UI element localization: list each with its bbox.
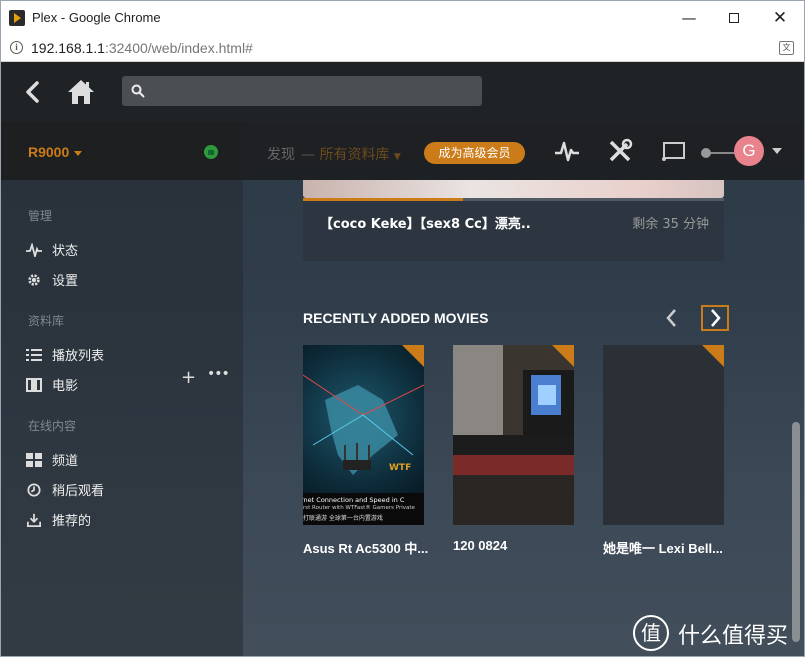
library-more-button[interactable]: •••	[207, 366, 230, 382]
activity-icon[interactable]	[554, 138, 580, 164]
sidebar-item-channels[interactable]: 频道	[26, 452, 78, 472]
section-title-manage: 管理	[28, 209, 53, 223]
on-deck-progress-bar	[303, 198, 724, 201]
movie-poster-2[interactable]	[453, 345, 574, 525]
tools-icon[interactable]	[607, 138, 633, 164]
plex-app: R9000 发现 — 所有资料库 ▼ 成为高级会员 G 管理 状态 设置 资料库…	[1, 62, 804, 656]
all-libraries-link[interactable]: — 所有资料库 ▼	[301, 144, 401, 164]
gear-icon	[28, 274, 40, 286]
unwatched-badge	[702, 345, 724, 367]
browser-window: Plex - Google Chrome — ✕ i 192.168.1.1:3…	[0, 0, 805, 657]
sidebar-item-label: 频道	[52, 454, 79, 469]
plex-logo-icon	[9, 10, 25, 26]
home-icon[interactable]	[66, 77, 96, 107]
maximize-icon	[729, 13, 739, 23]
chevron-down-icon	[74, 150, 83, 156]
caret-down-icon: ▼	[393, 152, 401, 162]
watermark: 值 什么值得买	[633, 615, 803, 651]
movie-poster-3[interactable]	[603, 345, 724, 525]
nav-separator: —	[301, 147, 315, 163]
progress-fill	[303, 198, 463, 201]
watermark-logo: 值	[633, 615, 669, 651]
poster-brand: WTF	[389, 463, 412, 473]
sidebar-item-movies[interactable]: 电影	[26, 377, 78, 397]
close-button[interactable]: ✕	[765, 6, 795, 30]
all-libraries-label: 所有资料库	[319, 147, 390, 163]
sidebar-item-status[interactable]: 状态	[26, 242, 78, 262]
section-title-online: 在线内容	[28, 419, 77, 433]
unwatched-badge	[402, 345, 424, 367]
discover-label: 发现	[267, 147, 295, 163]
section-title-library: 资料库	[28, 314, 65, 328]
top-navigation	[1, 62, 804, 122]
on-deck-remaining: 剩余 35 分钟	[632, 217, 709, 232]
title-bar: Plex - Google Chrome — ✕	[1, 1, 804, 35]
recently-added-heading[interactable]: RECENTLY ADDED MOVIES	[303, 310, 488, 326]
info-icon[interactable]: i	[10, 41, 23, 54]
premium-button[interactable]: 成为高级会员	[424, 142, 525, 164]
server-name: R9000	[28, 144, 70, 160]
add-library-button[interactable]: +	[181, 367, 196, 388]
volume-slider-track[interactable]	[709, 152, 735, 154]
movie-title-3[interactable]: 她是唯一 Lexi Bell...	[603, 538, 723, 557]
cast-icon[interactable]	[661, 138, 687, 164]
movie-title-1[interactable]: Asus Rt Ac5300 中...	[303, 538, 428, 557]
sidebar-item-label: 推荐的	[52, 514, 92, 529]
search-input[interactable]	[150, 80, 470, 102]
poster-artwork	[453, 345, 574, 525]
grid-icon	[26, 453, 42, 467]
film-icon	[26, 378, 42, 392]
scrollbar[interactable]	[792, 422, 800, 642]
sidebar-item-label: 播放列表	[52, 349, 105, 364]
previous-arrow-icon[interactable]	[659, 305, 687, 331]
avatar[interactable]: G	[734, 136, 764, 166]
translate-icon[interactable]: 文	[779, 41, 794, 55]
clock-icon	[27, 483, 41, 497]
sidebar-item-watch-later[interactable]: 稍后观看	[26, 482, 104, 502]
sidebar-item-label: 状态	[52, 244, 79, 259]
sidebar-item-playlists[interactable]: 播放列表	[26, 347, 104, 367]
lock-icon	[204, 145, 218, 159]
search-box[interactable]	[122, 76, 482, 106]
address-bar[interactable]: i 192.168.1.1:32400/web/index.html# 文	[1, 35, 804, 62]
minimize-button[interactable]: —	[674, 6, 704, 30]
window-title: Plex - Google Chrome	[32, 10, 161, 25]
volume-slider-handle[interactable]	[701, 148, 711, 158]
on-deck-thumbnail[interactable]	[303, 180, 724, 198]
sidebar-item-label: 电影	[52, 379, 79, 394]
list-icon	[26, 349, 42, 361]
on-deck-card[interactable]: 【coco Keke】【sex8 Cc】漂亮.. 剩余 35 分钟	[303, 180, 724, 261]
movie-title-2[interactable]: 120 0824	[453, 538, 507, 553]
avatar-chevron-down-icon[interactable]	[772, 148, 782, 154]
sidebar-item-settings[interactable]: 设置	[26, 272, 78, 292]
download-icon	[27, 513, 41, 527]
discover-link[interactable]: 发现	[267, 144, 295, 164]
sidebar-item-label: 设置	[52, 274, 79, 289]
url-path: :32400/web/index.html#	[104, 40, 253, 56]
sidebar-item-label: 稍后观看	[52, 484, 105, 499]
url-host: 192.168.1.1	[31, 40, 105, 56]
unwatched-badge	[552, 345, 574, 367]
maximize-button[interactable]	[719, 6, 749, 30]
movie-poster-1[interactable]: WTF rnet Connection and Speed in C rst R…	[303, 345, 424, 525]
sidebar-item-recommended[interactable]: 推荐的	[26, 512, 91, 532]
back-arrow-icon[interactable]	[21, 80, 45, 104]
next-arrow-icon[interactable]	[701, 305, 729, 331]
poster-text-3: 打联通游 全球第一台内置游戏	[303, 515, 383, 522]
url-text[interactable]: 192.168.1.1:32400/web/index.html#	[31, 40, 253, 56]
watermark-text: 什么值得买	[678, 624, 789, 649]
server-selector[interactable]: R9000	[28, 144, 83, 160]
poster-text-2: rst Router with WTFast® Gamers Private	[303, 505, 415, 511]
search-icon	[131, 84, 145, 98]
on-deck-title[interactable]: 【coco Keke】【sex8 Cc】漂亮..	[320, 213, 531, 232]
pulse-icon	[26, 243, 42, 257]
poster-text-1: rnet Connection and Speed in C	[303, 496, 405, 504]
